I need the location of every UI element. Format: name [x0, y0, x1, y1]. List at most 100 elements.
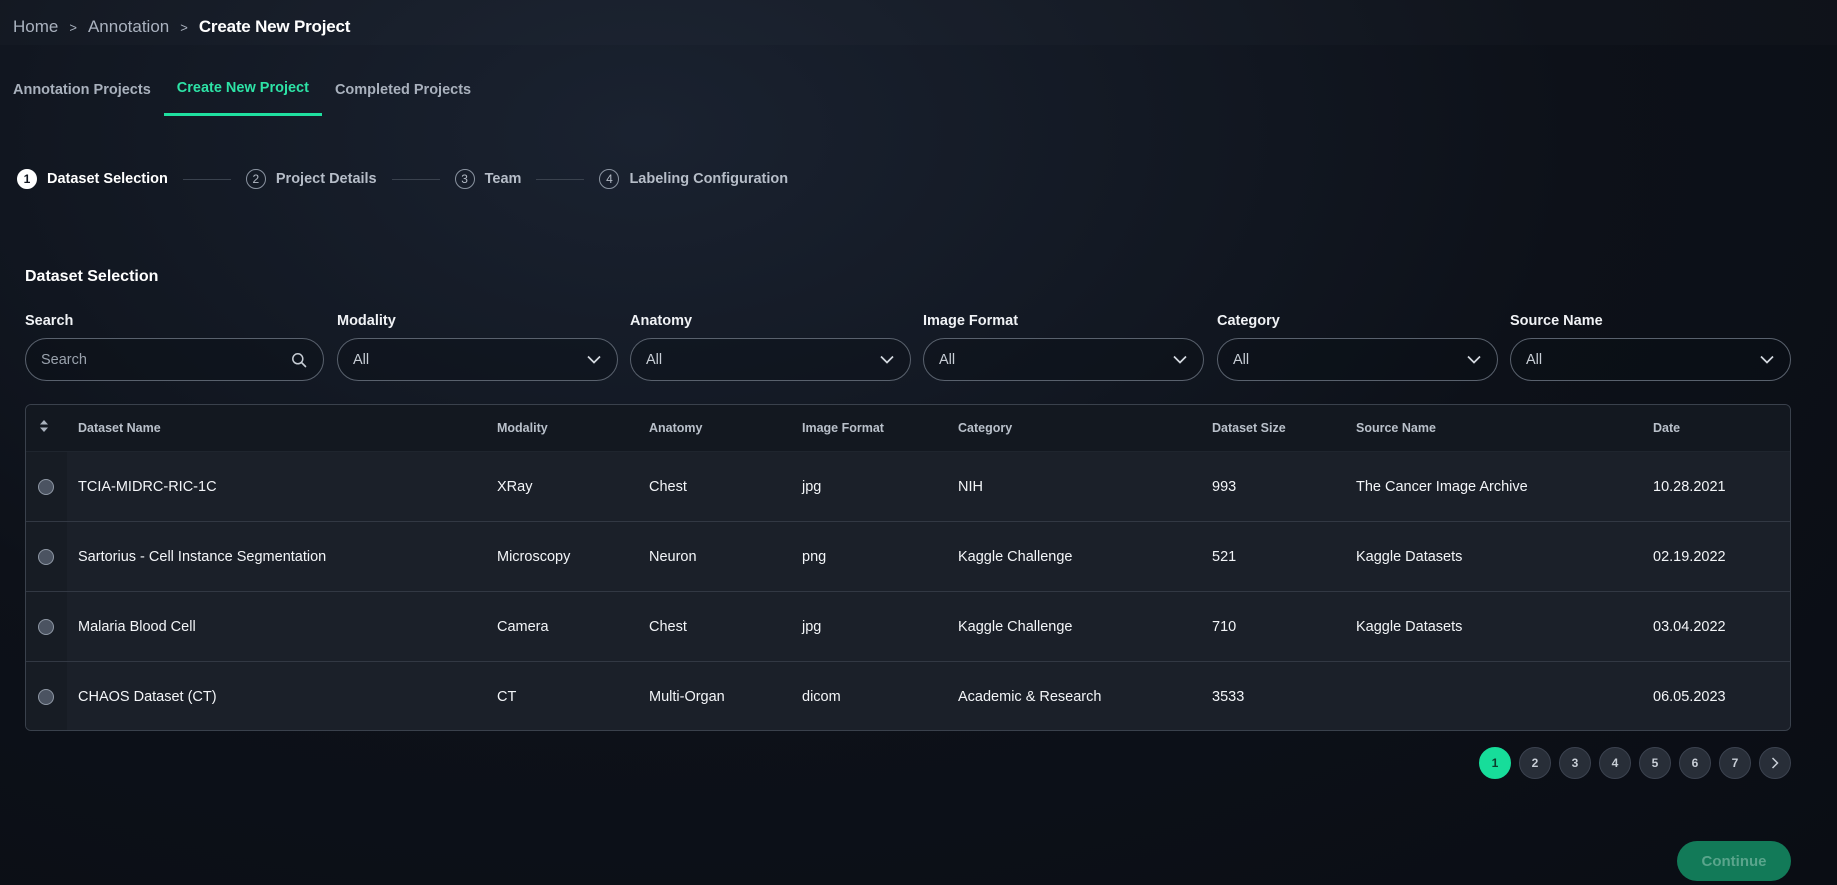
modality-cell: XRay	[497, 479, 533, 495]
image-format-filter: Image Format All	[923, 313, 1204, 381]
column-header[interactable]: Image Format	[802, 421, 884, 435]
column-header[interactable]: Dataset Name	[78, 421, 161, 435]
modality-cell: Microscopy	[497, 549, 571, 565]
dataset-size-cell: 3533	[1212, 689, 1245, 705]
next-page-button[interactable]	[1759, 747, 1791, 779]
dataset-name: TCIA-MIDRC-RIC-1C	[78, 479, 217, 495]
search-icon[interactable]	[291, 352, 307, 368]
breadcrumb-separator: >	[69, 19, 77, 35]
step-label: Team	[484, 171, 522, 187]
image-format-cell: dicom	[802, 689, 841, 705]
chevron-down-icon	[1173, 355, 1187, 364]
source-name-label: Source Name	[1510, 313, 1603, 329]
anatomy-label: Anatomy	[630, 313, 693, 329]
category-cell: NIH	[958, 479, 983, 495]
step-connector	[182, 178, 231, 180]
chevron-down-icon	[1760, 355, 1774, 364]
project-tabs: Annotation Projects Create New Project C…	[0, 78, 484, 116]
date-cell: 03.04.2022	[1653, 619, 1726, 635]
modality-select[interactable]: All	[337, 338, 618, 381]
sort-icon[interactable]	[39, 419, 49, 438]
section-title: Dataset Selection	[25, 268, 159, 285]
anatomy-filter: Anatomy All	[630, 313, 911, 381]
modality-value: All	[353, 351, 370, 368]
table-row[interactable]: Malaria Blood Cell Camera Chest jpg Kagg…	[26, 592, 1790, 662]
chevron-down-icon	[880, 355, 894, 364]
anatomy-cell: Neuron	[649, 549, 697, 565]
column-header[interactable]: Category	[958, 421, 1012, 435]
category-cell: Academic & Research	[958, 689, 1102, 705]
dataset-name: CHAOS Dataset (CT)	[78, 689, 217, 705]
table-header: Dataset Name Modality Anatomy Image Form…	[26, 405, 1790, 452]
source-name-filter: Source Name All	[1510, 313, 1791, 381]
search-input[interactable]	[41, 351, 241, 368]
page-button-6[interactable]: 6	[1679, 747, 1711, 779]
source-name-select[interactable]: All	[1510, 338, 1791, 381]
search-box	[25, 338, 324, 381]
anatomy-select[interactable]: All	[630, 338, 911, 381]
dataset-name: Sartorius - Cell Instance Segmentation	[78, 549, 327, 565]
step-project-details[interactable]: 2 Project Details	[245, 169, 377, 189]
step-number: 2	[245, 169, 266, 189]
source-name-value: All	[1526, 351, 1543, 368]
page-button-4[interactable]: 4	[1599, 747, 1631, 779]
tab-annotation-projects[interactable]: Annotation Projects	[0, 78, 164, 116]
page-button-3[interactable]: 3	[1559, 747, 1591, 779]
table-row[interactable]: CHAOS Dataset (CT) CT Multi-Organ dicom …	[26, 662, 1790, 730]
breadcrumb-separator: >	[180, 19, 188, 35]
category-filter: Category All	[1217, 313, 1498, 381]
table-row[interactable]: TCIA-MIDRC-RIC-1C XRay Chest jpg NIH 993…	[26, 452, 1790, 522]
page-button-5[interactable]: 5	[1639, 747, 1671, 779]
row-radio[interactable]	[38, 619, 54, 635]
page-button-7[interactable]: 7	[1719, 747, 1751, 779]
column-header[interactable]: Source Name	[1356, 421, 1436, 435]
category-select[interactable]: All	[1217, 338, 1498, 381]
breadcrumb: Home > Annotation > Create New Project	[13, 17, 350, 37]
breadcrumb-annotation[interactable]: Annotation	[88, 17, 169, 37]
column-header[interactable]: Date	[1653, 421, 1680, 435]
tab-completed-projects[interactable]: Completed Projects	[322, 78, 484, 116]
category-cell: Kaggle Challenge	[958, 619, 1073, 635]
step-label: Dataset Selection	[47, 171, 168, 187]
continue-button[interactable]: Continue	[1677, 841, 1791, 881]
modality-label: Modality	[337, 313, 396, 329]
column-header[interactable]: Anatomy	[649, 421, 702, 435]
page-button-2[interactable]: 2	[1519, 747, 1551, 779]
image-format-cell: jpg	[802, 479, 822, 495]
date-cell: 02.19.2022	[1653, 549, 1726, 565]
image-format-select[interactable]: All	[923, 338, 1204, 381]
step-connector	[391, 178, 440, 180]
breadcrumb-current: Create New Project	[198, 17, 351, 36]
modality-cell: Camera	[497, 619, 549, 635]
anatomy-cell: Multi-Organ	[649, 689, 725, 705]
page-button-1[interactable]: 1	[1479, 747, 1511, 779]
step-number: 3	[454, 169, 475, 189]
anatomy-cell: Chest	[649, 479, 687, 495]
breadcrumb-home[interactable]: Home	[13, 17, 58, 37]
chevron-down-icon	[587, 355, 601, 364]
modality-cell: CT	[497, 689, 517, 705]
row-radio[interactable]	[38, 689, 54, 705]
row-radio[interactable]	[38, 479, 54, 495]
step-connector	[536, 178, 585, 180]
dataset-size-cell: 521	[1212, 549, 1237, 565]
dataset-size-cell: 993	[1212, 479, 1237, 495]
column-header[interactable]: Modality	[497, 421, 548, 435]
anatomy-value: All	[646, 351, 663, 368]
date-cell: 10.28.2021	[1653, 479, 1726, 495]
step-labeling-configuration[interactable]: 4 Labeling Configuration	[599, 169, 788, 189]
step-team[interactable]: 3 Team	[454, 169, 522, 189]
table-row[interactable]: Sartorius - Cell Instance Segmentation M…	[26, 522, 1790, 592]
anatomy-cell: Chest	[649, 619, 687, 635]
image-format-cell: jpg	[802, 619, 822, 635]
source-name-cell: The Cancer Image Archive	[1356, 479, 1528, 495]
column-header[interactable]: Dataset Size	[1212, 421, 1286, 435]
image-format-value: All	[939, 351, 956, 368]
chevron-down-icon	[1467, 355, 1481, 364]
step-dataset-selection[interactable]: 1 Dataset Selection	[17, 169, 168, 189]
dataset-table: Dataset Name Modality Anatomy Image Form…	[25, 404, 1791, 731]
row-radio[interactable]	[38, 549, 54, 565]
search-label: Search	[25, 313, 74, 329]
tab-create-new-project[interactable]: Create New Project	[163, 78, 322, 116]
category-label: Category	[1217, 313, 1280, 329]
